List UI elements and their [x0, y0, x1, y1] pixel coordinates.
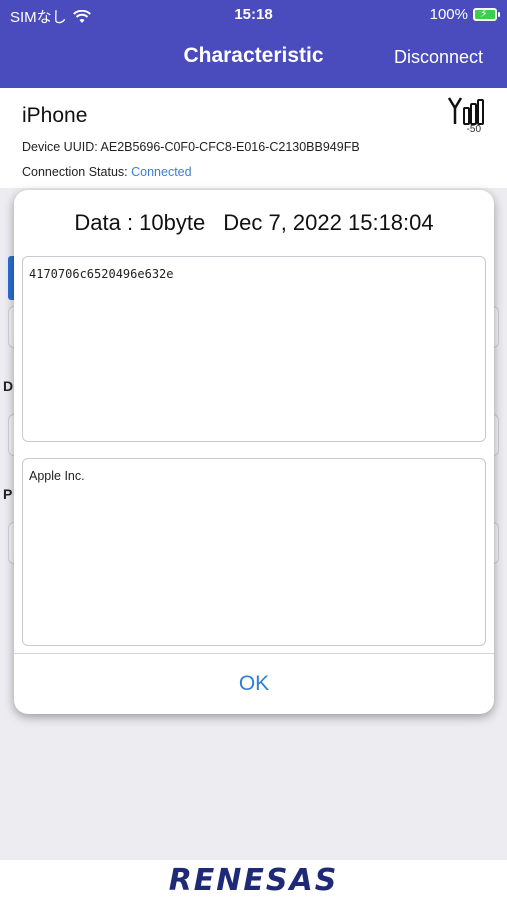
ascii-data-textview[interactable]: Apple Inc. [22, 458, 486, 646]
section-label-p: P [3, 486, 13, 502]
data-size: Data : 10byte [74, 210, 206, 235]
status-right: 100% ⚡ [429, 6, 500, 23]
connection-status: Connection Status: Connected [22, 165, 192, 179]
hex-data-textview[interactable]: 4170706c6520496e632e [22, 256, 486, 442]
data-timestamp: Dec 7, 2022 15:18:04 [223, 210, 434, 235]
renesas-logo: RENESAS [168, 863, 339, 898]
device-uuid: Device UUID: AE2B5696-C0F0-CFC8-E016-C21… [22, 140, 360, 154]
battery-percent: 100% [429, 6, 468, 23]
connection-status-label: Connection Status: [22, 165, 128, 179]
device-name: iPhone [22, 104, 88, 127]
battery-icon: ⚡ [473, 8, 500, 21]
top-bar: SIMなし 15:18 100% ⚡ Characteristic Discon… [0, 0, 507, 88]
footer: RENESAS [0, 860, 507, 900]
ok-button[interactable]: OK [14, 654, 494, 714]
device-uuid-value: AE2B5696-C0F0-CFC8-E016-C2130BB949FB [100, 140, 360, 154]
data-dialog: Data : 10byte Dec 7, 2022 15:18:04 417070… [14, 190, 494, 714]
disconnect-button[interactable]: Disconnect [394, 47, 483, 68]
dialog-title: Data : 10byte Dec 7, 2022 15:18:04 [14, 210, 494, 236]
device-header: iPhone Device UUID: AE2B5696-C0F0-CFC8-E… [0, 88, 507, 188]
rssi-value: -50 [466, 124, 481, 135]
device-uuid-label: Device UUID: [22, 140, 98, 154]
connection-status-value: Connected [131, 165, 192, 179]
section-label-d: D [3, 378, 14, 394]
